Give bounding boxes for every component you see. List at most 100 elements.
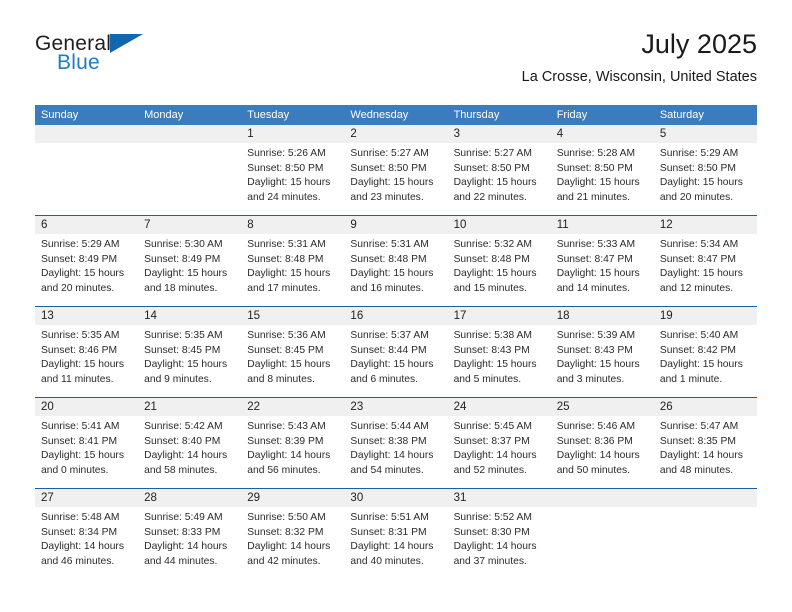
day-number[interactable]: 14: [138, 307, 241, 325]
general-blue-logo[interactable]: General Blue: [35, 32, 235, 88]
day-detail-line: Daylight: 15 hours: [247, 268, 331, 280]
day-number[interactable]: 30: [344, 489, 447, 507]
day-cell[interactable]: Sunrise: 5:40 AM Sunset: 8:42 PM Daylight:…: [654, 325, 757, 397]
day-number[interactable]: 23: [344, 398, 447, 416]
day-cell[interactable]: Sunrise: 5:47 AM Sunset: 8:35 PM Daylight:…: [654, 416, 757, 488]
day-cell[interactable]: Sunrise: 5:43 AM Sunset: 8:39 PM Daylight:…: [241, 416, 344, 488]
day-number[interactable]: 26: [654, 398, 757, 416]
day-number[interactable]: 31: [448, 489, 551, 507]
day-detail-line: Sunset: 8:30 PM: [453, 526, 530, 538]
day-number[interactable]: 9: [344, 216, 447, 234]
day-detail-line: Sunrise: 5:44 AM: [350, 421, 429, 432]
week-daynumber-band: 6 7 8 9 10 11 12: [35, 216, 757, 234]
day-detail-line: Sunset: 8:44 PM: [350, 344, 427, 356]
day-detail-line: Sunset: 8:41 PM: [41, 435, 118, 447]
day-detail-line: and 20 minutes.: [659, 191, 734, 203]
day-detail-line: and 42 minutes.: [247, 555, 321, 567]
weekday-header-wednesday: Wednesday: [350, 109, 409, 121]
calendar-week-row: 27 28 29 30 31 Sunrise: 5:48 AM Sunset: 8:34 P…: [35, 488, 757, 579]
day-detail-line: Sunrise: 5:39 AM: [556, 330, 636, 341]
day-detail-line: Sunset: 8:43 PM: [556, 344, 633, 356]
day-cell[interactable]: Sunrise: 5:42 AM Sunset: 8:40 PM Daylight:…: [138, 416, 241, 488]
day-cell[interactable]: Sunrise: 5:36 AM Sunset: 8:45 PM Daylight:…: [241, 325, 344, 397]
day-number[interactable]: 10: [448, 216, 551, 234]
day-cell[interactable]: Sunrise: 5:29 AM Sunset: 8:49 PM Daylight:…: [35, 234, 138, 306]
calendar-week-row: 6 7 8 9 10 11 12 Sunrise: 5:29 AM Sunset: 8:49 P…: [35, 215, 757, 306]
day-number[interactable]: 18: [551, 307, 654, 325]
week-detail-row: Sunrise: 5:26 AM Sunset: 8:50 PM Daylight:…: [35, 143, 757, 215]
day-number[interactable]: 11: [551, 216, 654, 234]
day-detail-line: Daylight: 15 hours: [453, 268, 537, 280]
day-cell[interactable]: Sunrise: 5:44 AM Sunset: 8:38 PM Daylight:…: [344, 416, 447, 488]
day-cell[interactable]: Sunrise: 5:32 AM Sunset: 8:48 PM Daylight:…: [448, 234, 551, 306]
day-detail-line: and 3 minutes.: [556, 373, 625, 385]
day-cell[interactable]: Sunrise: 5:35 AM Sunset: 8:46 PM Daylight:…: [35, 325, 138, 397]
day-number[interactable]: 3: [448, 125, 551, 143]
day-number[interactable]: 22: [241, 398, 344, 416]
day-cell[interactable]: Sunrise: 5:37 AM Sunset: 8:44 PM Daylight:…: [344, 325, 447, 397]
day-cell[interactable]: Sunrise: 5:49 AM Sunset: 8:33 PM Daylight:…: [138, 507, 241, 579]
day-number[interactable]: 21: [138, 398, 241, 416]
day-cell[interactable]: Sunrise: 5:31 AM Sunset: 8:48 PM Daylight:…: [344, 234, 447, 306]
day-cell[interactable]: Sunrise: 5:29 AM Sunset: 8:50 PM Daylight:…: [654, 143, 757, 215]
day-number[interactable]: 17: [448, 307, 551, 325]
day-detail-line: and 20 minutes.: [41, 282, 115, 294]
day-cell[interactable]: Sunrise: 5:30 AM Sunset: 8:49 PM Daylight:…: [138, 234, 241, 306]
day-cell[interactable]: Sunrise: 5:39 AM Sunset: 8:43 PM Daylight:…: [551, 325, 654, 397]
day-detail-line: Daylight: 14 hours: [247, 541, 331, 553]
day-cell[interactable]: Sunrise: 5:33 AM Sunset: 8:47 PM Daylight:…: [551, 234, 654, 306]
day-number[interactable]: 4: [551, 125, 654, 143]
day-detail-line: Sunrise: 5:48 AM: [41, 512, 120, 523]
day-cell[interactable]: Sunrise: 5:26 AM Sunset: 8:50 PM Daylight:…: [241, 143, 344, 215]
week-detail-row: Sunrise: 5:35 AM Sunset: 8:46 PM Daylight:…: [35, 325, 757, 397]
day-cell[interactable]: Sunrise: 5:28 AM Sunset: 8:50 PM Daylight:…: [551, 143, 654, 215]
day-cell[interactable]: Sunrise: 5:34 AM Sunset: 8:47 PM Daylight:…: [654, 234, 757, 306]
day-number[interactable]: 24: [448, 398, 551, 416]
week-daynumber-band: 13 14 15 16 17 18 19: [35, 307, 757, 325]
calendar-week-row: 1 2 3 4 5 Sunrise: 5:26 AM Sunset: 8:50 PM Dayl…: [35, 125, 757, 215]
day-cell[interactable]: Sunrise: 5:51 AM Sunset: 8:31 PM Daylight:…: [344, 507, 447, 579]
day-detail-line: Sunset: 8:50 PM: [350, 162, 427, 174]
day-detail-line: Daylight: 14 hours: [247, 450, 331, 462]
day-number[interactable]: 25: [551, 398, 654, 416]
day-number[interactable]: 8: [241, 216, 344, 234]
day-number[interactable]: 2: [344, 125, 447, 143]
day-detail-line: Daylight: 15 hours: [556, 177, 640, 189]
day-number[interactable]: 12: [654, 216, 757, 234]
logo-triangle-icon: [110, 34, 143, 53]
day-number[interactable]: 7: [138, 216, 241, 234]
day-detail-line: Sunrise: 5:31 AM: [350, 239, 429, 250]
day-number[interactable]: 20: [35, 398, 138, 416]
day-cell[interactable]: Sunrise: 5:41 AM Sunset: 8:41 PM Daylight:…: [35, 416, 138, 488]
day-cell[interactable]: Sunrise: 5:35 AM Sunset: 8:45 PM Daylight:…: [138, 325, 241, 397]
day-number[interactable]: 1: [241, 125, 344, 143]
day-cell[interactable]: Sunrise: 5:27 AM Sunset: 8:50 PM Daylight:…: [344, 143, 447, 215]
day-number[interactable]: 13: [35, 307, 138, 325]
day-detail-line: Daylight: 15 hours: [144, 359, 228, 371]
day-cell[interactable]: Sunrise: 5:50 AM Sunset: 8:32 PM Daylight:…: [241, 507, 344, 579]
day-detail-line: Sunset: 8:49 PM: [144, 253, 221, 265]
day-cell[interactable]: Sunrise: 5:45 AM Sunset: 8:37 PM Daylight:…: [448, 416, 551, 488]
day-number[interactable]: 6: [35, 216, 138, 234]
day-number[interactable]: 28: [138, 489, 241, 507]
day-detail-line: Sunrise: 5:42 AM: [144, 421, 223, 432]
day-number-empty: [138, 125, 241, 143]
day-cell[interactable]: Sunrise: 5:31 AM Sunset: 8:48 PM Daylight:…: [241, 234, 344, 306]
day-cell[interactable]: Sunrise: 5:38 AM Sunset: 8:43 PM Daylight:…: [448, 325, 551, 397]
day-number[interactable]: 16: [344, 307, 447, 325]
day-cell[interactable]: Sunrise: 5:46 AM Sunset: 8:36 PM Daylight:…: [551, 416, 654, 488]
day-cell[interactable]: Sunrise: 5:48 AM Sunset: 8:34 PM Daylight:…: [35, 507, 138, 579]
day-detail-line: Daylight: 14 hours: [453, 450, 537, 462]
day-number[interactable]: 5: [654, 125, 757, 143]
day-number[interactable]: 29: [241, 489, 344, 507]
weekday-header-thursday: Thursday: [453, 109, 500, 121]
day-cell[interactable]: Sunrise: 5:27 AM Sunset: 8:50 PM Daylight:…: [448, 143, 551, 215]
day-cell[interactable]: Sunrise: 5:52 AM Sunset: 8:30 PM Daylight:…: [448, 507, 551, 579]
day-number[interactable]: 19: [654, 307, 757, 325]
calendar-week-row: 20 21 22 23 24 25 26 Sunrise: 5:41 AM Sunset: 8:…: [35, 397, 757, 488]
day-number[interactable]: 27: [35, 489, 138, 507]
day-number[interactable]: 15: [241, 307, 344, 325]
day-detail-line: Daylight: 15 hours: [659, 268, 743, 280]
title-block: July 2025 La Crosse, Wisconsin, United S…: [522, 28, 757, 86]
calendar-page: General Blue July 2025 La Crosse, Wiscon…: [0, 0, 792, 612]
